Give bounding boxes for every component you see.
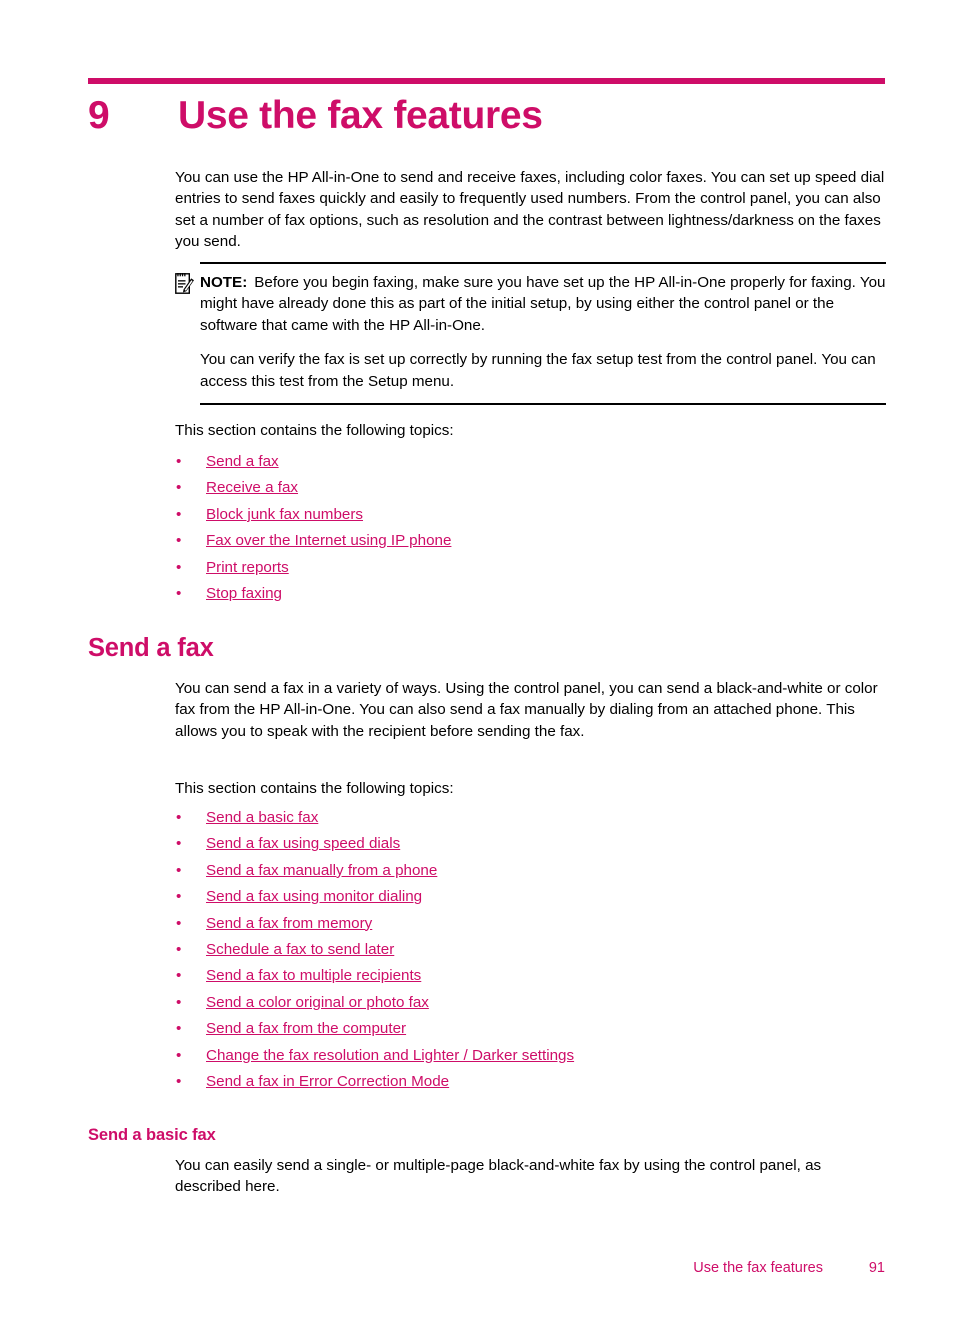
bullet-icon: • (176, 453, 182, 470)
bullet-icon: • (176, 914, 182, 932)
note-top-rule (200, 262, 886, 264)
topic-link-send-a-basic-fax[interactable]: Send a basic fax (206, 809, 318, 826)
bullet-icon: • (176, 967, 182, 985)
document-page: 9 Use the fax features You can use the H… (0, 0, 954, 1321)
page-footer: Use the fax features 91 (88, 1258, 885, 1278)
topic-link-send-a-color-original-or-photo-fax[interactable]: Send a color original or photo fax (206, 994, 429, 1011)
bullet-icon: • (176, 558, 182, 576)
topic-link-send-a-fax-using-speed-dials[interactable]: Send a fax using speed dials (206, 835, 400, 852)
list-item: • Send a fax in Error Correction Mode (175, 1069, 886, 1095)
section-heading-send-a-basic-fax: Send a basic fax (88, 1126, 216, 1144)
topic-link-send-a-fax-to-multiple-recipients[interactable]: Send a fax to multiple recipients (206, 967, 421, 984)
topic-link-print-reports[interactable]: Print reports (206, 559, 289, 576)
topic-link-stop-faxing[interactable]: Stop faxing (206, 585, 282, 602)
list-item: • Block junk fax numbers (175, 502, 886, 528)
bullet-icon: • (176, 888, 182, 906)
note-body: NOTE: Before you begin faxing, make sure … (200, 272, 886, 392)
footer-chapter-title: Use the fax features (693, 1260, 823, 1276)
topic-link-send-a-fax-from-memory[interactable]: Send a fax from memory (206, 915, 372, 932)
bullet-icon: • (176, 809, 182, 826)
list-item: • Send a basic fax (175, 805, 886, 831)
list-item: • Fax over the Internet using IP phone (175, 528, 886, 554)
topic-link-block-junk-fax-numbers[interactable]: Block junk fax numbers (206, 506, 363, 523)
note-pencil-icon (175, 273, 194, 294)
bullet-icon: • (176, 861, 182, 879)
list-item: • Schedule a fax to send later (175, 937, 886, 963)
bullet-icon: • (176, 1020, 182, 1038)
list-item: • Print reports (175, 555, 886, 581)
bullet-icon: • (176, 993, 182, 1011)
bullet-icon: • (176, 505, 182, 523)
chapter-number: 9 (88, 94, 110, 137)
note-bottom-rule (200, 403, 886, 405)
intro-paragraph: You can use the HP All-in-One to send an… (175, 169, 885, 251)
topic-link-send-a-fax[interactable]: Send a fax (206, 453, 279, 470)
list-item: • Send a fax (175, 449, 886, 475)
topic-link-schedule-a-fax-to-send-later[interactable]: Schedule a fax to send later (206, 941, 394, 958)
topics-intro-1: This section contains the following topi… (175, 422, 454, 439)
section-paragraph-send-a-basic-fax: You can easily send a single- or multipl… (175, 1157, 822, 1196)
list-item: • Send a fax to multiple recipients (175, 963, 886, 989)
topic-link-send-a-fax-in-error-correction-mode[interactable]: Send a fax in Error Correction Mode (206, 1073, 449, 1090)
note-paragraph-1: NOTE: Before you begin faxing, make sure … (200, 272, 886, 336)
bullet-icon: • (176, 1046, 182, 1064)
list-item: • Send a fax from memory (175, 911, 886, 937)
list-item: • Send a fax using monitor dialing (175, 884, 886, 910)
topics-intro-2: This section contains the following topi… (175, 780, 454, 797)
chapter-heading: 9 Use the fax features (88, 90, 888, 142)
topics-link-list-1: • Send a fax • Receive a fax • Block jun… (175, 449, 886, 607)
bullet-icon: • (176, 584, 182, 602)
topic-link-send-a-fax-from-the-computer[interactable]: Send a fax from the computer (206, 1020, 406, 1037)
section-heading-send-a-fax: Send a fax (88, 634, 214, 662)
list-item: • Send a fax manually from a phone (175, 858, 886, 884)
list-item: • Send a fax using speed dials (175, 831, 886, 857)
bullet-icon: • (176, 1072, 182, 1090)
topics-link-list-2: • Send a basic fax • Send a fax using sp… (175, 805, 886, 1095)
topic-link-receive-a-fax[interactable]: Receive a fax (206, 479, 298, 496)
list-item: • Change the fax resolution and Lighter … (175, 1043, 886, 1069)
topic-link-fax-over-the-internet[interactable]: Fax over the Internet using IP phone (206, 532, 451, 549)
note-paragraph-1-text: Before you begin faxing, make sure you h… (200, 274, 886, 334)
bullet-icon: • (176, 479, 182, 497)
section-paragraph-send-a-fax: You can send a fax in a variety of ways.… (175, 680, 878, 740)
topic-link-change-the-fax-resolution[interactable]: Change the fax resolution and Lighter / … (206, 1047, 574, 1064)
topic-link-send-a-fax-using-monitor-dialing[interactable]: Send a fax using monitor dialing (206, 888, 422, 905)
chapter-title: Use the fax features (178, 94, 543, 137)
bullet-icon: • (176, 835, 182, 853)
chapter-rule (88, 78, 885, 84)
list-item: • Receive a fax (175, 475, 886, 501)
list-item: • Send a fax from the computer (175, 1016, 886, 1042)
bullet-icon: • (176, 532, 182, 550)
list-item: • Stop faxing (175, 581, 886, 607)
topic-link-send-a-fax-manually-from-a-phone[interactable]: Send a fax manually from a phone (206, 862, 437, 879)
bullet-icon: • (176, 940, 182, 958)
list-item: • Send a color original or photo fax (175, 990, 886, 1016)
note-label: NOTE: (200, 274, 248, 291)
note-paragraph-2: You can verify the fax is set up correct… (200, 351, 876, 390)
footer-page-number: 91 (868, 1260, 885, 1276)
